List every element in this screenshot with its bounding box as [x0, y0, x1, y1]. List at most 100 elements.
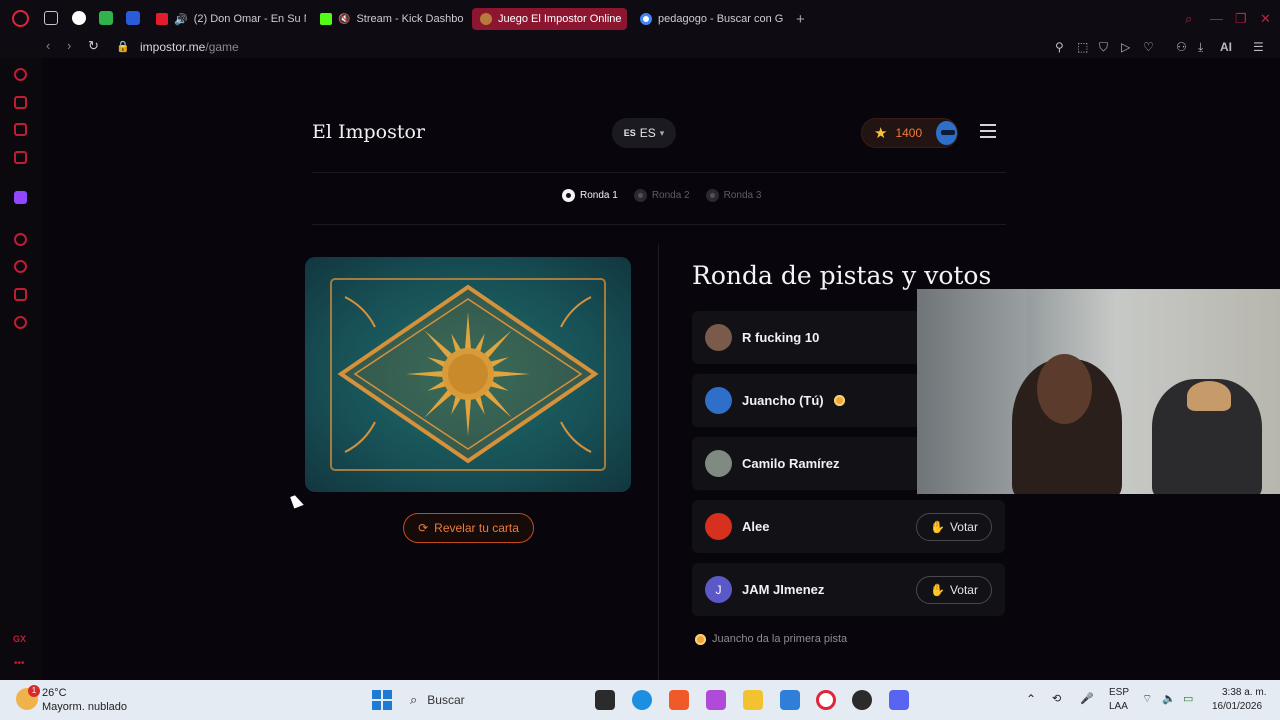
weather-desc[interactable]: Mayorm. nublado [42, 701, 127, 713]
round-dot-icon [633, 189, 647, 202]
forward-icon[interactable]: › [67, 38, 71, 53]
taskbar-search[interactable]: ⌕ Buscar [402, 686, 602, 714]
restore-icon[interactable]: ❐ [1235, 11, 1247, 27]
round-label: Ronda 1 [580, 190, 618, 201]
opera-gx-icon[interactable] [816, 690, 836, 710]
profile-icon[interactable]: ⚇ [1176, 40, 1187, 54]
discord-icon[interactable] [889, 690, 909, 710]
vote-button[interactable]: ✋ Votar [916, 513, 992, 541]
section-title: Ronda de pistas y votos [692, 261, 992, 290]
round-2: Ronda 2 [633, 189, 690, 202]
play-icon[interactable]: ▷ [1121, 40, 1130, 54]
wifi-icon[interactable]: ⌔ [1142, 692, 1152, 706]
app-icon[interactable] [852, 690, 872, 710]
opera-logo-icon[interactable] [12, 10, 29, 27]
language-code: ES [639, 126, 656, 140]
search-tabs-icon[interactable]: ⌕ [1185, 11, 1192, 27]
copilot-icon[interactable] [706, 690, 726, 710]
tab-label: Stream - Kick Dashbo [356, 13, 464, 25]
minimize-icon[interactable]: — [1210, 11, 1223, 26]
player-avatar [705, 387, 732, 414]
history-icon[interactable] [14, 260, 27, 273]
mouse-cursor-icon [290, 493, 304, 509]
weather-temp[interactable]: 26°C [42, 687, 67, 699]
tab-kick[interactable]: 🔇 Stream - Kick Dashbo [312, 8, 467, 30]
pinned-tab-icon[interactable] [72, 11, 86, 25]
twitch-icon[interactable] [14, 191, 27, 204]
secret-card[interactable] [305, 257, 631, 492]
kick-icon [320, 13, 332, 25]
file-explorer-icon[interactable] [743, 690, 763, 710]
tab-label: (2) Don Omar - En Su M [193, 13, 306, 25]
settings-icon[interactable] [14, 316, 27, 329]
divider [312, 172, 1006, 173]
hamburger-menu-icon[interactable] [980, 124, 996, 138]
snapshot-icon[interactable]: ⬚ [1077, 40, 1088, 54]
round-label: Ronda 3 [723, 190, 762, 201]
round-1: Ronda 1 [562, 189, 618, 202]
brave-icon[interactable] [669, 690, 689, 710]
hint-text: Juancho da la primera pista [712, 633, 848, 645]
user-avatar[interactable] [936, 121, 957, 145]
volume-icon[interactable]: 🔈 [1162, 692, 1176, 705]
url-field[interactable]: impostor.me/game [140, 40, 239, 54]
coins-count: 1400 [895, 126, 923, 140]
player-avatar [705, 513, 732, 540]
speed-dial-icon[interactable] [14, 68, 27, 81]
input-lang-2[interactable]: LAA [1109, 701, 1128, 712]
ai-button[interactable]: AI [1220, 40, 1232, 54]
reload-icon[interactable]: ↻ [88, 38, 99, 54]
reveal-card-button[interactable]: ⟳ Revelar tu carta [403, 513, 534, 543]
player-name: JAM JImenez [742, 582, 825, 597]
close-icon[interactable]: ✕ [1260, 11, 1271, 27]
game-page: El Impostor ES ES ▾ ★ 1400 Ronda 1 Ronda… [42, 58, 1280, 680]
player-row: Alee ✋ Votar [692, 500, 1005, 553]
player-avatar [705, 324, 732, 351]
chevron-down-icon: ▾ [659, 127, 665, 138]
language-selector[interactable]: ES ES ▾ [612, 118, 676, 148]
hand-icon: ✋ [930, 520, 945, 534]
pinned-sheets-icon[interactable] [99, 11, 113, 25]
battery-icon[interactable]: ▭ [1183, 692, 1193, 705]
coins-badge[interactable]: ★ 1400 [861, 118, 958, 148]
youtube-icon [156, 13, 168, 25]
url-domain: impostor.me [140, 40, 206, 54]
sync-icon[interactable]: ⟲ [1052, 692, 1061, 705]
mic-icon[interactable]: 🎤 [1080, 692, 1094, 705]
game-icon[interactable] [14, 96, 27, 109]
tab-youtube[interactable]: 🔊 (2) Don Omar - En Su M [148, 8, 306, 30]
app-title[interactable]: El Impostor [312, 121, 425, 143]
edge-icon[interactable] [632, 690, 652, 710]
back-icon[interactable]: ‹ [46, 38, 50, 53]
vote-label: Votar [949, 583, 978, 597]
shield-icon[interactable]: ⛉ [1099, 40, 1108, 55]
round-3: Ronda 3 [705, 189, 762, 202]
extensions-icon[interactable] [14, 288, 27, 301]
tab-impostor[interactable]: Juego El Impostor Online [472, 8, 627, 30]
clock-time[interactable]: 3:38 a. m. [1222, 687, 1266, 698]
impostor-favicon-icon [480, 13, 492, 25]
news-icon[interactable] [14, 123, 27, 136]
messenger-icon[interactable] [14, 151, 27, 164]
pinned-calendar-icon[interactable] [126, 11, 140, 25]
tab-google[interactable]: pedagogo - Buscar con G [632, 8, 787, 30]
vote-button[interactable]: ✋ Votar [916, 576, 992, 604]
task-view-icon[interactable] [595, 690, 615, 710]
menu-icon[interactable]: ☰ [1253, 40, 1264, 54]
webcam-overlay [917, 289, 1280, 494]
card-sun-artwork [330, 278, 606, 471]
clock-date[interactable]: 16/01/2026 [1212, 701, 1262, 712]
gx-icon[interactable]: GX [13, 634, 26, 644]
player-icon[interactable] [14, 233, 27, 246]
store-icon[interactable] [780, 690, 800, 710]
workspaces-icon[interactable] [44, 11, 58, 25]
heart-icon[interactable]: ♡ [1143, 40, 1154, 54]
download-icon[interactable]: ⤓ [1198, 40, 1203, 55]
more-icon[interactable]: ••• [14, 658, 25, 669]
vote-label: Votar [949, 520, 978, 534]
start-icon[interactable] [372, 690, 392, 710]
new-tab-button[interactable]: + [788, 8, 812, 30]
tray-chevron-icon[interactable]: ⌃ [1026, 692, 1036, 706]
input-lang-1[interactable]: ESP [1109, 687, 1129, 698]
pin-icon[interactable]: ⚲ [1055, 40, 1064, 54]
